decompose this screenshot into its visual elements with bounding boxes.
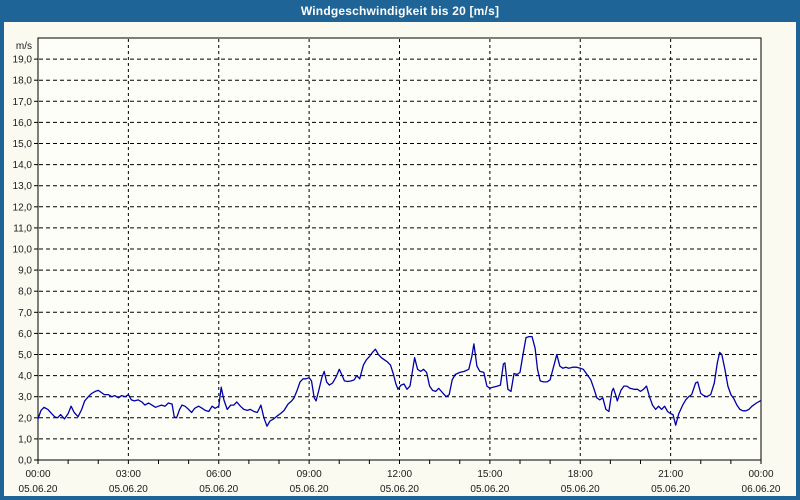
y-tick-label: 0,0 bbox=[18, 456, 32, 467]
y-tick-label: 9,0 bbox=[18, 266, 32, 277]
y-tick-label: 14,0 bbox=[13, 160, 33, 171]
y-tick-label: 2,0 bbox=[18, 413, 32, 424]
x-tick-time-label: 03:00 bbox=[116, 469, 141, 480]
y-tick-label: 11,0 bbox=[13, 223, 32, 234]
x-tick-date-label: 05.06.20 bbox=[109, 484, 148, 495]
y-tick-label: 18,0 bbox=[13, 76, 33, 87]
y-tick-label: 13,0 bbox=[13, 181, 33, 192]
y-tick-label: 16,0 bbox=[13, 118, 33, 129]
y-tick-label: 12,0 bbox=[13, 202, 33, 213]
x-tick-date-label: 05.06.20 bbox=[199, 484, 238, 495]
x-tick-date-label: 06.06.20 bbox=[742, 484, 781, 495]
y-tick-label: 6,0 bbox=[18, 329, 32, 340]
y-axis-unit-label: m/s bbox=[16, 41, 32, 52]
y-tick-label: 3,0 bbox=[18, 392, 32, 403]
x-tick-date-label: 05.06.20 bbox=[19, 484, 58, 495]
window-title: Windgeschwindigkeit bis 20 [m/s] bbox=[300, 4, 500, 18]
y-tick-label: 1,0 bbox=[18, 434, 32, 445]
x-tick-time-label: 15:00 bbox=[477, 469, 502, 480]
title-bar: Windgeschwindigkeit bis 20 [m/s] bbox=[0, 0, 800, 22]
x-tick-time-label: 06:00 bbox=[206, 469, 231, 480]
y-tick-label: 19,0 bbox=[13, 55, 33, 66]
y-tick-label: 17,0 bbox=[13, 97, 33, 108]
chart-area: 19,0 18,0 17,0 16,0 15,0 14,0 13,0 12,0 11,0 10,0… bbox=[4, 22, 796, 496]
y-tick-label: 8,0 bbox=[18, 287, 32, 298]
x-tick-date-label: 05.06.20 bbox=[651, 484, 690, 495]
x-tick-time-label: 18:00 bbox=[568, 469, 593, 480]
x-tick-date-label: 05.06.20 bbox=[290, 484, 329, 495]
x-tick-time-label: 00:00 bbox=[748, 469, 773, 480]
y-tick-label: 4,0 bbox=[18, 371, 32, 382]
y-tick-label: 10,0 bbox=[13, 245, 33, 256]
x-tick-date-label: 05.06.20 bbox=[561, 484, 600, 495]
x-tick-time-label: 12:00 bbox=[387, 469, 412, 480]
wind-chart: 19,0 18,0 17,0 16,0 15,0 14,0 13,0 12,0 11,0 10,0… bbox=[13, 37, 781, 495]
x-tick-time-label: 21:00 bbox=[658, 469, 683, 480]
y-tick-label: 7,0 bbox=[18, 308, 32, 319]
y-tick-label: 5,0 bbox=[18, 350, 32, 361]
y-tick-label: 15,0 bbox=[13, 139, 33, 150]
x-tick-date-label: 05.06.20 bbox=[470, 484, 509, 495]
x-tick-time-label: 00:00 bbox=[25, 469, 50, 480]
x-tick-time-label: 09:00 bbox=[297, 469, 322, 480]
x-tick-date-label: 05.06.20 bbox=[380, 484, 419, 495]
